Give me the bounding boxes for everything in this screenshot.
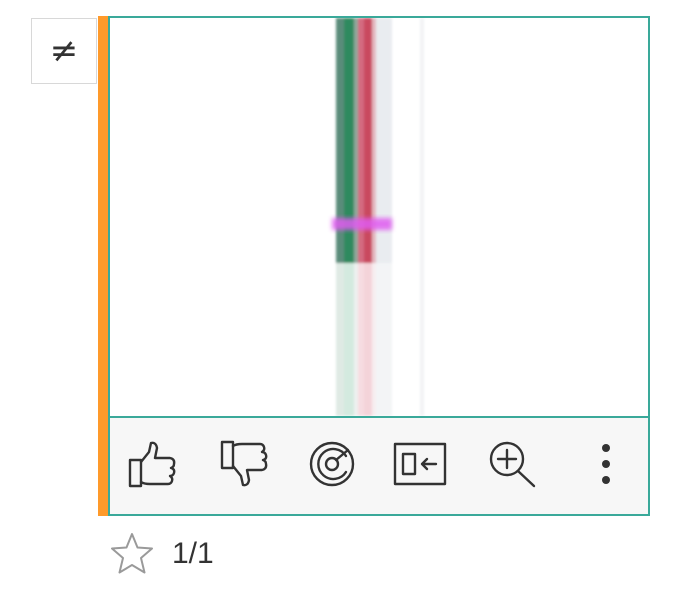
result-item: ≠ 1/1 (0, 0, 682, 592)
target-button[interactable] (302, 432, 362, 496)
action-toolbar (110, 416, 648, 514)
not-equal-icon: ≠ (49, 31, 79, 71)
zoom-in-icon (489, 441, 536, 488)
like-button[interactable] (122, 432, 182, 496)
favorite-button[interactable] (108, 530, 156, 578)
thumbs-up-icon (128, 441, 176, 488)
preview-image (332, 18, 424, 416)
accent-bar (98, 16, 108, 516)
target-icon (309, 441, 355, 487)
zoom-in-button[interactable] (482, 432, 542, 496)
not-equal-badge: ≠ (31, 18, 97, 84)
card-frame (108, 16, 650, 516)
card-footer: 1/1 (108, 530, 214, 578)
dislike-button[interactable] (214, 432, 274, 496)
insert-button[interactable] (390, 432, 450, 496)
star-outline-icon (111, 533, 153, 574)
more-vertical-icon (602, 444, 610, 484)
thumbs-down-icon (220, 440, 268, 487)
more-button[interactable] (576, 432, 636, 496)
image-card (98, 16, 650, 516)
page-counter: 1/1 (172, 537, 214, 570)
insert-left-icon (393, 442, 447, 486)
image-preview[interactable] (110, 18, 648, 416)
